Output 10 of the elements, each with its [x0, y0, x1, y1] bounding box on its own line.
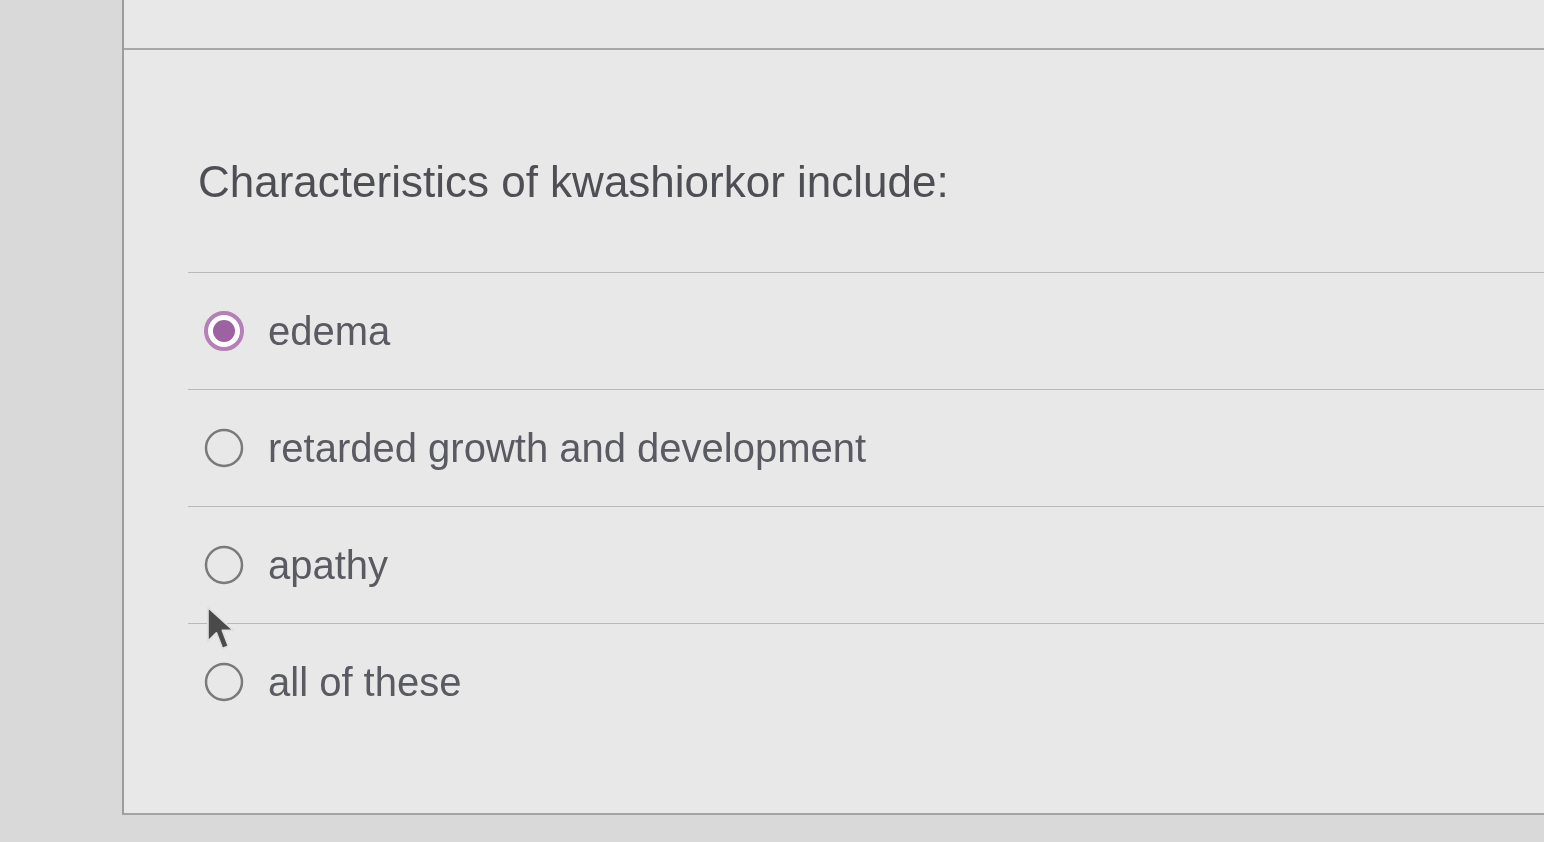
radio-button[interactable] [204, 428, 244, 468]
option-label[interactable]: all of these [268, 657, 462, 707]
radio-button[interactable] [204, 662, 244, 702]
question-text: Characteristics of kwashiorkor include: [198, 156, 950, 208]
radio-button[interactable] [204, 311, 244, 351]
option-label[interactable]: edema [268, 306, 391, 356]
option-label[interactable]: apathy [268, 540, 389, 590]
radio-button[interactable] [204, 545, 244, 585]
cursor-icon [205, 605, 235, 651]
option-label[interactable]: retarded growth and development [268, 423, 867, 473]
